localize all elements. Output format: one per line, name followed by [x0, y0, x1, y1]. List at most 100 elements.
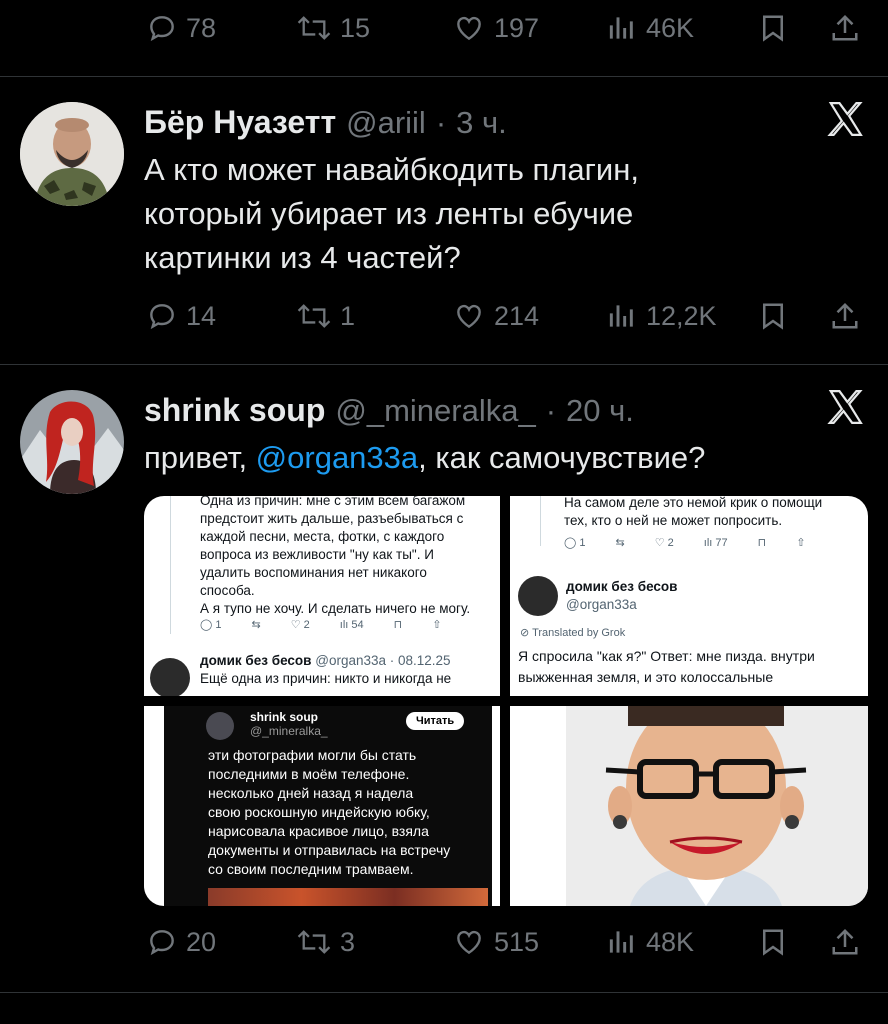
media-image-3[interactable]: shrink soup @_mineralka_ Читать эти фото… [144, 706, 500, 906]
thread-line [540, 496, 541, 546]
mini-like: ♡ 2 [290, 619, 310, 631]
author-name[interactable]: shrink soup [144, 392, 325, 429]
quoted-text: На самом деле это немой крик о помощи те… [564, 496, 822, 530]
text-line: свою роскошную индейскую юбку, [208, 804, 430, 820]
author-name[interactable]: Бёр Нуазетт [144, 104, 336, 141]
quoted-handle: @organ33a [566, 597, 637, 612]
mini-like: ♡ 2 [654, 537, 674, 549]
thread-line [170, 496, 171, 634]
like-count: 515 [494, 926, 540, 957]
retweet-button[interactable]: 3 [296, 920, 355, 964]
separator-dot: · [545, 393, 557, 428]
text-suffix: , как самочувствие? [418, 440, 706, 475]
author-handle[interactable]: @ariil [346, 105, 426, 141]
reply-button[interactable]: 20 [146, 920, 216, 964]
avatar[interactable] [20, 102, 124, 206]
avatar[interactable] [20, 390, 124, 494]
text-line: тех, кто о ней не может попросить. [564, 513, 783, 528]
retweet-button[interactable]: 1 [296, 294, 355, 338]
reply-count: 14 [186, 300, 217, 331]
views-button[interactable]: 48K [606, 920, 694, 964]
dark-author: shrink soup [250, 710, 319, 724]
reply-count: 20 [186, 926, 217, 957]
author-handle[interactable]: @_mineralka_ [335, 393, 535, 429]
text-line: со своим последним трамваем. [208, 861, 414, 877]
share-button[interactable] [830, 294, 860, 338]
text-line: способа. [200, 583, 255, 598]
text-line: нарисовала красивое лицо, взяла [208, 823, 429, 839]
like-count: 197 [494, 12, 540, 43]
views-count: 46K [646, 12, 695, 43]
bookmark-button[interactable] [758, 294, 788, 338]
text-line: несколько дней назад я надела [208, 785, 414, 801]
text-line: эти фотографии могли бы стать [208, 747, 417, 763]
dark-card: shrink soup @_mineralka_ Читать эти фото… [164, 706, 492, 906]
tweet-text: привет, @organ33a, как самочувствие? [144, 436, 705, 480]
portrait-photo [566, 706, 868, 906]
text-line: который убирает из ленты ебучие [144, 196, 634, 231]
quoted-author: домик без бесов [566, 579, 678, 594]
x-logo-icon [827, 102, 863, 136]
share-icon [832, 302, 858, 329]
text-line: последними в моём телефоне. [208, 766, 410, 782]
bookmark-button[interactable] [758, 6, 788, 50]
views-icon [609, 17, 633, 39]
text-line: картинки из 4 частей? [144, 240, 461, 275]
reply-icon [150, 16, 174, 42]
share-button[interactable] [830, 920, 860, 964]
mini-reply-count: 1 [579, 537, 586, 549]
mini-views: ılı 77 [703, 536, 728, 549]
quoted-author: домик без бесов [200, 653, 312, 668]
reply-button[interactable]: 14 [146, 294, 216, 338]
mini-views: ılı 54 [339, 618, 364, 631]
translated-text: Translated by Grok [532, 627, 626, 639]
text-line: Я спросила "как я?" Ответ: мне пизда. вн… [518, 648, 815, 664]
translated-label: ⊘ Translated by Grok [520, 627, 626, 639]
tweet-header: Бёр Нуазетт @ariil · 3 ч. [144, 104, 507, 141]
share-icon [832, 14, 858, 41]
mini-actions: ◯ 1 ⇆ ♡ 2 ılı 54 ⊓ ⇧ [200, 618, 442, 632]
text-line: Одна из причин: мне с этим всем багажом [200, 496, 466, 508]
views-button[interactable]: 12,2K [606, 294, 717, 338]
mini-avatar [206, 712, 234, 740]
media-image-1[interactable]: Одна из причин: мне с этим всем багажом … [144, 496, 500, 696]
bookmark-button[interactable] [758, 920, 788, 964]
reply-icon [150, 304, 174, 330]
x-logo-icon [827, 390, 863, 424]
like-button[interactable]: 197 [452, 6, 539, 50]
text-line: предстоит жить дальше, разъебываться с [200, 511, 464, 526]
bookmark-icon [763, 303, 783, 330]
mini-actions: ◯ 1 ⇆ ♡ 2 ılı 77 ⊓ ⇧ [564, 536, 805, 550]
retweet-icon [297, 304, 331, 328]
text-prefix: привет, [144, 440, 256, 475]
mini-reply: ◯ 1 [564, 537, 586, 549]
retweet-button[interactable]: 15 [296, 6, 370, 50]
dark-handle: @_mineralka_ [250, 724, 328, 738]
like-button[interactable]: 214 [452, 294, 539, 338]
mini-reply-count: 1 [215, 619, 222, 631]
share-icon [832, 928, 858, 955]
timestamp[interactable]: 3 ч. [456, 105, 507, 141]
timestamp[interactable]: 20 ч. [566, 393, 634, 429]
like-button[interactable]: 515 [452, 920, 539, 964]
views-button[interactable]: 46K [606, 6, 694, 50]
mini-reply: ◯ 1 [200, 619, 222, 631]
heart-icon [457, 304, 481, 329]
views-count: 12,2K [646, 300, 717, 331]
prev-tweet-actions: 78 15 197 46K [0, 6, 888, 50]
mini-views-count: 54 [351, 618, 364, 631]
read-button[interactable]: Читать [406, 712, 465, 730]
dark-body: эти фотографии могли бы стать последними… [208, 746, 450, 879]
mini-views-count: 77 [715, 536, 728, 549]
media-image-4[interactable] [510, 706, 868, 906]
mention-link[interactable]: @organ33a [256, 440, 418, 475]
share-button[interactable] [830, 6, 860, 50]
reply-button[interactable]: 78 [146, 6, 216, 50]
mini-avatar [150, 658, 190, 696]
mini-share-icon: ⇧ [432, 619, 442, 631]
avatar-illustration [20, 390, 124, 494]
media-image-2[interactable]: На самом деле это немой крик о помощи те… [510, 496, 868, 696]
tweet-actions: 20 3 515 48K [0, 920, 888, 964]
text-line: На самом деле это немой крик о помощи [564, 496, 823, 510]
quoted-text: Одна из причин: мне с этим всем багажом … [200, 496, 500, 618]
